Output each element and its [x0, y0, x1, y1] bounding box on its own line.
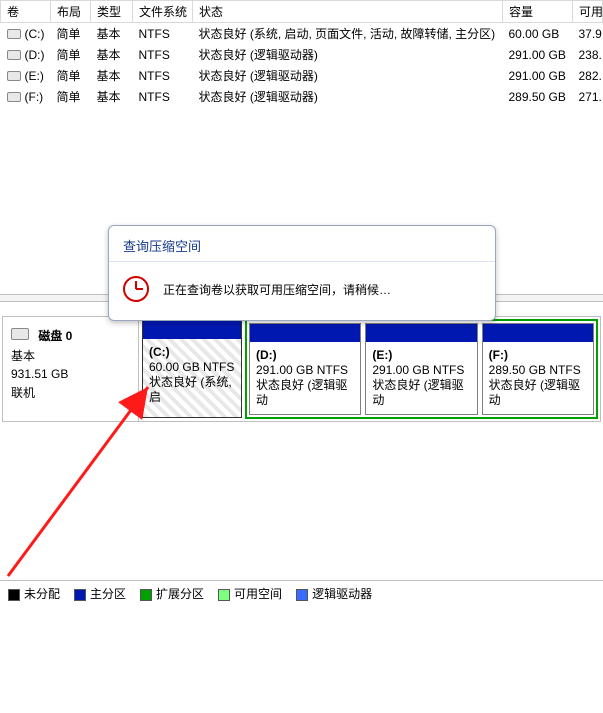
legend: 未分配 主分区 扩展分区 可用空间 逻辑驱动器: [0, 580, 603, 606]
volume-free: 37.9: [573, 23, 603, 45]
disk-state: 联机: [11, 384, 128, 401]
clock-icon: [123, 276, 149, 302]
partition-size: 60.00 GB NTFS: [149, 360, 234, 374]
volume-capacity: 289.50 GB: [503, 86, 573, 107]
partition-size: 291.00 GB NTFS: [256, 363, 348, 377]
volume-status: 状态良好 (系统, 启动, 页面文件, 活动, 故障转储, 主分区): [193, 23, 503, 45]
disk-map: 磁盘 0 基本 931.51 GB 联机 (C:) 60.00 GB NTFS …: [2, 316, 601, 422]
volume-layout: 简单: [51, 86, 91, 107]
col-capacity[interactable]: 容量: [503, 1, 573, 23]
legend-unallocated: 未分配: [8, 585, 60, 602]
volume-layout: 简单: [51, 23, 91, 45]
partition-header: [483, 324, 593, 342]
legend-extended: 扩展分区: [140, 585, 204, 602]
partition-size: 289.50 GB NTFS: [489, 363, 581, 377]
partition-label: (C:): [149, 345, 170, 359]
col-fs[interactable]: 文件系统: [133, 1, 193, 23]
volume-type: 基本: [91, 65, 133, 86]
partition-status: 状态良好 (逻辑驱动: [256, 378, 347, 407]
col-volume[interactable]: 卷: [1, 1, 51, 23]
table-row[interactable]: (E:) 简单基本NTFS状态良好 (逻辑驱动器)291.00 GB282.: [1, 65, 603, 86]
extended-partition: (D:) 291.00 GB NTFS 状态良好 (逻辑驱动 (E:) 291.…: [245, 319, 598, 419]
legend-primary: 主分区: [74, 585, 126, 602]
partition-status: 状态良好 (系统, 启: [149, 375, 232, 404]
partition-e[interactable]: (E:) 291.00 GB NTFS 状态良好 (逻辑驱动: [365, 323, 477, 415]
legend-free: 可用空间: [218, 585, 282, 602]
volume-type: 基本: [91, 23, 133, 45]
volume-fs: NTFS: [133, 44, 193, 65]
volume-list[interactable]: 卷 布局 类型 文件系统 状态 容量 可用 (C:)简单基本NTFS状态良好 (…: [0, 0, 603, 107]
volume-capacity: 60.00 GB: [503, 23, 573, 45]
volume-status: 状态良好 (逻辑驱动器): [193, 86, 503, 107]
volume-icon: [7, 29, 21, 39]
volume-drive: (E:): [25, 69, 44, 83]
disk-size: 931.51 GB: [11, 367, 128, 381]
partition-d[interactable]: (D:) 291.00 GB NTFS 状态良好 (逻辑驱动: [249, 323, 361, 415]
table-row[interactable]: (F:) 简单基本NTFS状态良好 (逻辑驱动器)289.50 GB271.: [1, 86, 603, 107]
volume-free: 238.: [573, 44, 603, 65]
table-row[interactable]: (C:) 简单基本NTFS状态良好 (系统, 启动, 页面文件, 活动, 故障转储…: [1, 23, 603, 45]
disk-type: 基本: [11, 347, 128, 364]
partition-status: 状态良好 (逻辑驱动: [372, 378, 463, 407]
partition-label: (E:): [372, 348, 392, 362]
disk-name: 磁盘 0: [38, 329, 72, 343]
volume-fs: NTFS: [133, 23, 193, 45]
volume-fs: NTFS: [133, 86, 193, 107]
legend-logical: 逻辑驱动器: [296, 585, 372, 602]
volume-capacity: 291.00 GB: [503, 65, 573, 86]
volume-layout: 简单: [51, 65, 91, 86]
volume-status: 状态良好 (逻辑驱动器): [193, 65, 503, 86]
partition-status: 状态良好 (逻辑驱动: [489, 378, 580, 407]
col-type[interactable]: 类型: [91, 1, 133, 23]
volume-icon: [7, 50, 21, 60]
disk-info[interactable]: 磁盘 0 基本 931.51 GB 联机: [3, 317, 139, 421]
col-free[interactable]: 可用: [573, 1, 603, 23]
partition-header: [143, 321, 241, 339]
col-status[interactable]: 状态: [193, 1, 503, 23]
partition-f[interactable]: (F:) 289.50 GB NTFS 状态良好 (逻辑驱动: [482, 323, 594, 415]
volume-free: 282.: [573, 65, 603, 86]
volume-icon: [7, 92, 21, 102]
volume-drive: (D:): [25, 48, 45, 62]
partition-header: [366, 324, 476, 342]
partition-c[interactable]: (C:) 60.00 GB NTFS 状态良好 (系统, 启: [142, 320, 242, 418]
volume-capacity: 291.00 GB: [503, 44, 573, 65]
volume-drive: (F:): [25, 90, 44, 104]
disk-icon: [11, 328, 29, 340]
shrink-query-dialog: 查询压缩空间 正在查询卷以获取可用压缩空间，请稍候…: [108, 225, 496, 321]
volume-type: 基本: [91, 86, 133, 107]
dialog-title: 查询压缩空间: [109, 226, 495, 262]
volume-drive: (C:): [25, 27, 45, 41]
partition-header: [250, 324, 360, 342]
dialog-message: 正在查询卷以获取可用压缩空间，请稍候…: [163, 281, 391, 298]
table-row[interactable]: (D:) 简单基本NTFS状态良好 (逻辑驱动器)291.00 GB238.: [1, 44, 603, 65]
volume-status: 状态良好 (逻辑驱动器): [193, 44, 503, 65]
partition-label: (F:): [489, 348, 508, 362]
volume-fs: NTFS: [133, 65, 193, 86]
partition-label: (D:): [256, 348, 277, 362]
volume-type: 基本: [91, 44, 133, 65]
volume-free: 271.: [573, 86, 603, 107]
volume-list-header-row: 卷 布局 类型 文件系统 状态 容量 可用: [1, 1, 603, 23]
partition-size: 291.00 GB NTFS: [372, 363, 464, 377]
volume-icon: [7, 71, 21, 81]
col-layout[interactable]: 布局: [51, 1, 91, 23]
volume-layout: 简单: [51, 44, 91, 65]
